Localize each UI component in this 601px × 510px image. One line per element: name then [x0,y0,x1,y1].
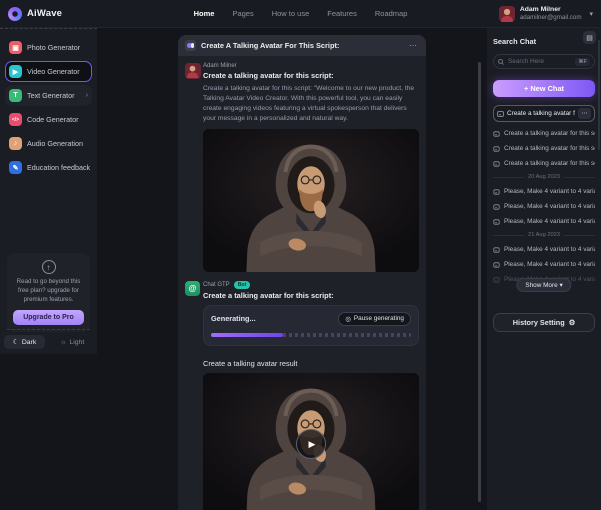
sidebar-item-code-generator[interactable]: </> Code Generator [5,109,92,130]
avatar-source-image [203,129,419,272]
search-input[interactable] [506,57,572,66]
history-item[interactable]: Create a talking avatar for this scrip [493,160,595,167]
chat-bubble-icon [493,262,499,267]
sun-icon: ☼ [60,339,66,346]
right-panel-scrollbar[interactable] [598,40,600,150]
message-body: Create a talking avatar for this script:… [203,84,419,124]
right-sidebar: ▤ Search Chat ⌘F + New Chat Create a tal… [487,28,601,510]
bot-message: @ Chat GTP Bot Create a talking avatar f… [185,281,419,510]
history-item[interactable]: Please, Make 4 variant to 4 varian [493,246,595,253]
theme-toggle: ☾ Dark ☼ Light [7,329,90,349]
show-more-area: Please, Make 4 variant to 4 varian Show … [493,276,595,283]
chat-gtp-icon: @ [185,281,200,296]
chat-title: Create A Talking Avatar For This Script: [201,41,339,50]
message-avatar [185,63,201,79]
chevron-right-icon: › [86,92,88,99]
sidebar-item-education-feedback[interactable]: ✎ Education feedback [5,157,92,178]
history-item[interactable]: Please, Make 4 variant to 4 varian [493,188,595,195]
nav-features[interactable]: Features [327,9,357,18]
upgrade-card: ↑ Read to go beyond this free plan? upgr… [7,253,90,332]
nav-home[interactable]: Home [194,9,215,18]
chat-bubble-icon [493,131,499,136]
chat-bubble-icon [497,111,504,117]
sidebar-item-video-generator[interactable]: ▶ Video Generator [5,61,92,82]
bot-name: Chat GTP [203,282,230,288]
history-item[interactable]: Please, Make 4 variant to 4 varian [493,218,595,225]
search-box[interactable]: ⌘F [493,54,595,69]
library-icon: ▤ [586,34,593,42]
history-item[interactable]: Create a talking avatar for this scrip [493,130,595,137]
user-message: Adam Milner Create a talking avatar for … [185,63,419,272]
bot-badge: Bot [234,281,251,289]
chat-scrollbar[interactable] [478,62,481,502]
chat-item-menu-button[interactable]: ⋯ [578,108,591,119]
new-chat-button[interactable]: + New Chat [493,80,595,97]
chat-bubble-icon [493,161,499,166]
progress-bar [211,333,411,337]
show-more-button[interactable]: Show More ▾ [516,278,571,292]
moon-icon: ☾ [13,338,19,346]
date-divider: 20 Aug 2023 [493,174,595,180]
chat-bubble-icon [493,219,499,224]
message-author: Adam Milner [203,63,419,69]
top-nav: Home Pages How to use Features Roadmap [0,9,601,18]
chat-bubble-icon [493,277,499,282]
sidebar-item-photo-generator[interactable]: ▣ Photo Generator [5,37,92,58]
date-divider: 21 Aug 2023 [493,232,595,238]
education-feedback-icon: ✎ [9,161,22,174]
chat-panel: Create A Talking Avatar For This Script:… [178,35,426,510]
generating-box: Generating... ◎ Pause generating [203,305,419,346]
sidebar-item-text-generator[interactable]: T Text Generator › [5,85,92,106]
code-generator-icon: </> [9,113,22,126]
search-chat-title: Search Chat [493,37,595,46]
nav-pages[interactable]: Pages [232,9,253,18]
video-generator-icon: ▶ [9,65,22,78]
play-button[interactable]: ▶ [296,429,326,459]
left-sidebar: ▣ Photo Generator ▶ Video Generator T Te… [0,28,97,354]
app-root: AiWave Home Pages How to use Features Ro… [0,0,601,510]
audio-generation-icon: ♪ [9,137,22,150]
more-options-icon[interactable]: ⋯ [407,41,419,50]
light-mode-button[interactable]: ☼ Light [51,335,93,349]
top-bar: AiWave Home Pages How to use Features Ro… [0,0,601,28]
library-button[interactable]: ▤ [583,31,596,44]
generating-label: Generating... [211,314,256,323]
chat-topic-icon [185,40,196,51]
upgrade-to-pro-button[interactable]: Upgrade to Pro [13,310,84,325]
history-item[interactable]: Please, Make 4 variant to 4 varian [493,261,595,268]
progress-fill [211,333,283,337]
pause-generating-button[interactable]: ◎ Pause generating [338,312,411,326]
chat-body: Adam Milner Create a talking avatar for … [178,56,426,510]
sidebar-item-audio-generation[interactable]: ♪ Audio Generation [5,133,92,154]
history-setting-button[interactable]: History Setting ⚙ [493,313,595,332]
pause-icon: ◎ [345,315,351,323]
chat-bubble-icon [493,247,499,252]
upgrade-arrow-icon: ↑ [42,260,56,274]
result-video[interactable]: ▶ [203,373,419,510]
message-prompt: Create a talking avatar for this script: [203,71,419,80]
search-icon [498,59,503,64]
nav-how-to-use[interactable]: How to use [272,9,310,18]
active-chat-item[interactable]: Create a talking avatar for this scrip ⋯ [493,105,595,122]
gear-icon: ⚙ [569,318,576,327]
history-item[interactable]: Create a talking avatar for this scrip [493,145,595,152]
chat-bubble-icon [493,189,499,194]
photo-generator-icon: ▣ [9,41,22,54]
nav-roadmap[interactable]: Roadmap [375,9,408,18]
chat-header: Create A Talking Avatar For This Script:… [178,35,426,56]
chat-bubble-icon [493,204,499,209]
upgrade-text: Read to go beyond this free plan? upgrad… [13,278,84,305]
dark-mode-button[interactable]: ☾ Dark [4,335,45,349]
text-generator-icon: T [9,89,22,102]
history-item[interactable]: Please, Make 4 variant to 4 varian [493,203,595,210]
search-shortcut: ⌘F [575,58,590,66]
bot-prompt: Create a talking avatar for this script: [203,291,419,300]
chat-bubble-icon [493,146,499,151]
result-label: Create a talking avatar result [203,359,419,368]
